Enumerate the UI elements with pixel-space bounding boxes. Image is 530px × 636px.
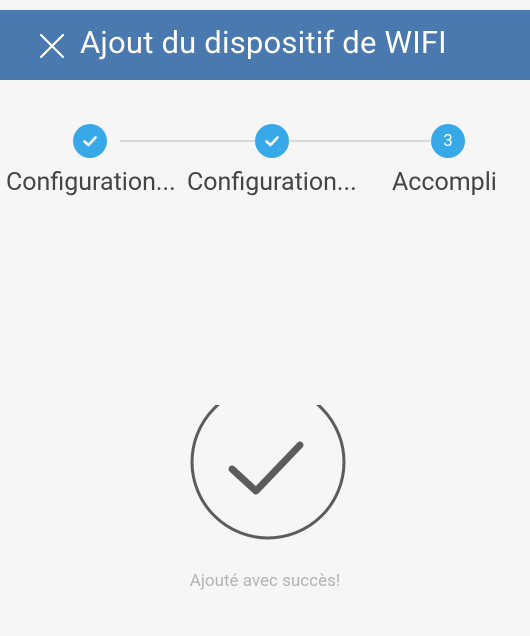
step-connector-2 (290, 140, 430, 142)
step-2-indicator (255, 124, 289, 158)
step-1-label: Configuration... (6, 168, 176, 197)
check-icon (265, 136, 279, 147)
step-3-number: 3 (443, 131, 453, 151)
app-header: Ajout du dispositif de WIFI (0, 10, 530, 80)
success-message: Ajouté avec succès! (189, 571, 341, 591)
close-icon (39, 33, 65, 59)
step-1-indicator (73, 124, 107, 158)
screen: Ajout du dispositif de WIFI 3 Configurat… (0, 0, 530, 636)
step-connector-1 (120, 140, 255, 142)
step-3-indicator: 3 (431, 124, 465, 158)
step-2-label: Configuration... (187, 168, 357, 197)
close-button[interactable] (38, 32, 66, 60)
page-title: Ajout du dispositif de WIFI (80, 24, 447, 61)
check-icon (83, 136, 97, 147)
progress-stepper: 3 Configuration... Configuration... Acco… (0, 80, 530, 230)
step-3-label: Accompli (392, 168, 497, 197)
check-circle-icon (190, 405, 346, 540)
